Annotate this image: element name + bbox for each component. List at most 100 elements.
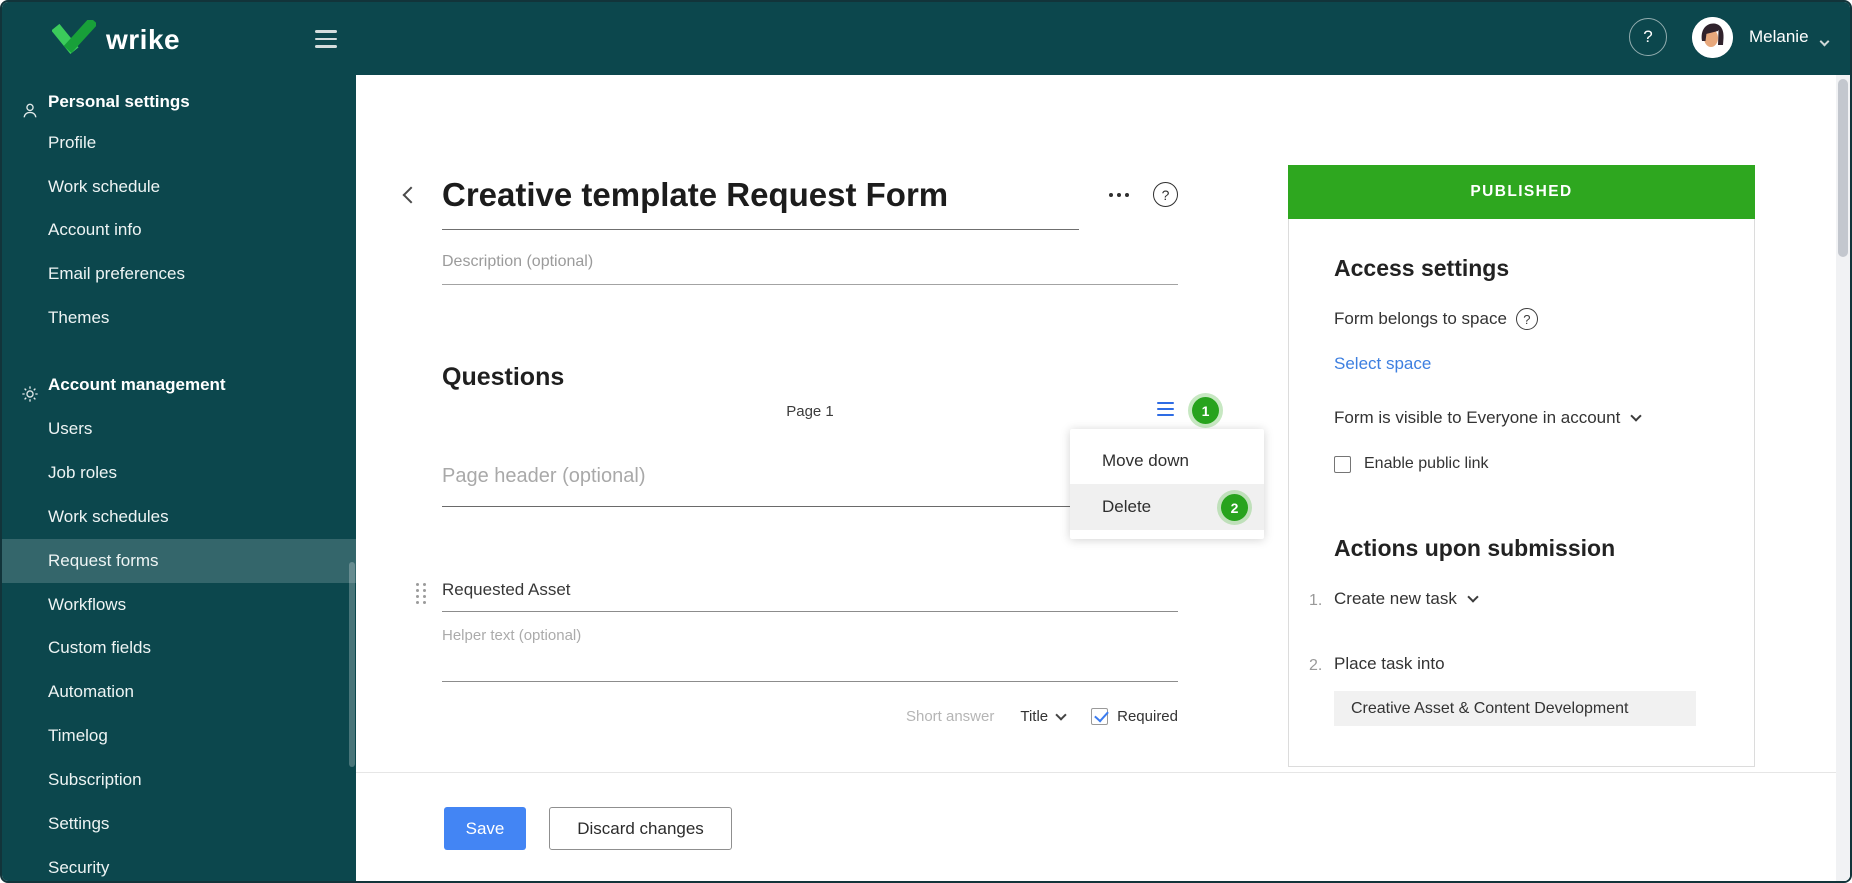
question-underline — [442, 611, 1178, 612]
item-label: Timelog — [48, 726, 108, 745]
required-toggle: Required — [1091, 707, 1178, 725]
page-scrollbar-thumb[interactable] — [1838, 79, 1848, 257]
space-row: Form belongs to space ? — [1334, 308, 1538, 330]
callout-badge-1: 1 — [1192, 397, 1219, 424]
question-label-input[interactable]: Requested Asset — [442, 580, 571, 600]
sidebar-item-security[interactable]: Security — [2, 846, 356, 881]
helper-underline — [442, 681, 1178, 682]
required-checkbox[interactable] — [1091, 707, 1109, 725]
item-label: Subscription — [48, 770, 142, 789]
task-destination-field[interactable]: Creative Asset & Content Development — [1334, 691, 1696, 726]
help-glyph: ? — [1161, 186, 1170, 203]
page-scrollbar[interactable] — [1836, 75, 1850, 881]
item-label: Request forms — [48, 551, 159, 570]
item-label: Work schedules — [48, 507, 169, 526]
sidebar-item-email-preferences[interactable]: Email preferences — [2, 252, 356, 296]
sidebar-item-work-schedule[interactable]: Work schedule — [2, 165, 356, 209]
sidebar-section-personal-settings: Personal settings — [2, 80, 356, 124]
questions-heading: Questions — [442, 363, 565, 391]
description-input[interactable]: Description (optional) — [442, 253, 593, 271]
select-space-link[interactable]: Select space — [1334, 354, 1431, 374]
visibility-dropdown[interactable]: Form is visible to Everyone in account — [1334, 408, 1642, 428]
description-underline — [442, 284, 1178, 285]
item-label: Account info — [48, 220, 142, 239]
wrike-logo-text: wrike — [106, 23, 181, 55]
chevron-down-icon — [1055, 708, 1067, 721]
public-link-row: Enable public link — [1334, 455, 1489, 473]
helper-text-input[interactable]: Helper text (optional) — [442, 627, 581, 644]
sidebar-toggle-icon[interactable] — [315, 30, 337, 53]
wrike-logo-icon — [51, 17, 98, 59]
menu-item-label: Delete — [1102, 497, 1152, 516]
sidebar-scrollbar-thumb[interactable] — [349, 562, 355, 767]
topbar: wrike ? Melanie — [2, 2, 1850, 75]
action-place-task-label: Place task into — [1334, 654, 1445, 673]
space-help-icon[interactable]: ? — [1515, 308, 1538, 330]
sidebar-item-workflows[interactable]: Workflows — [2, 583, 356, 627]
sidebar-item-profile[interactable]: Profile — [2, 121, 356, 165]
callout-badge-2: 2 — [1221, 494, 1248, 521]
sidebar-item-request-forms[interactable]: Request forms — [2, 539, 356, 583]
item-label: Work schedule — [48, 177, 161, 196]
sidebar-item-job-roles[interactable]: Job roles — [2, 451, 356, 495]
item-label: Security — [48, 858, 110, 877]
menu-item-label: Move down — [1102, 451, 1189, 470]
action-2-number: 2. — [1309, 657, 1323, 674]
question-type-label: Short answer — [905, 707, 995, 725]
item-label: Users — [48, 419, 93, 438]
discard-changes-button[interactable]: Discard changes — [549, 807, 732, 850]
person-icon — [21, 93, 39, 118]
status-badge: PUBLISHED — [1288, 165, 1755, 219]
visibility-label: Form is visible to Everyone in account — [1334, 408, 1621, 427]
editor-footer: Save Discard changes — [356, 772, 1836, 881]
actions-heading: Actions upon submission — [1334, 535, 1616, 561]
more-options-icon[interactable] — [1109, 193, 1129, 197]
save-button[interactable]: Save — [444, 807, 526, 850]
question-drag-handle[interactable] — [416, 583, 426, 604]
sidebar-item-settings[interactable]: Settings — [2, 802, 356, 846]
menu-item-move-down[interactable]: Move down — [1070, 438, 1264, 484]
item-label: Themes — [48, 308, 110, 327]
help-glyph: ? — [1643, 27, 1653, 46]
sidebar-item-subscription[interactable]: Subscription — [2, 758, 356, 802]
sidebar-item-automation[interactable]: Automation — [2, 670, 356, 714]
menu-item-delete[interactable]: Delete 2 — [1070, 484, 1264, 530]
enable-public-link-checkbox[interactable] — [1334, 455, 1351, 473]
wrike-logo[interactable]: wrike — [51, 17, 181, 59]
page-label: Page 1 — [786, 403, 834, 420]
question-settings-row: Short answer Title Required — [442, 702, 1178, 730]
action-label: Create new task — [1334, 589, 1457, 608]
item-label: Custom fields — [48, 638, 151, 657]
item-label: Workflows — [48, 595, 127, 614]
sidebar-item-work-schedules[interactable]: Work schedules — [2, 495, 356, 539]
form-title-input[interactable]: Creative template Request Form — [442, 176, 948, 214]
sidebar-item-custom-fields[interactable]: Custom fields — [2, 626, 356, 670]
required-label: Required — [1117, 707, 1178, 725]
back-button[interactable] — [402, 186, 420, 204]
help-button[interactable]: ? — [1629, 18, 1667, 56]
item-label: Automation — [48, 682, 134, 701]
section-label: Personal settings — [48, 92, 190, 111]
field-mapping-dropdown[interactable]: Title — [1020, 707, 1067, 725]
action-create-task-dropdown[interactable]: Create new task — [1334, 589, 1479, 609]
form-help-icon[interactable]: ? — [1153, 182, 1178, 207]
access-settings-heading: Access settings — [1334, 255, 1510, 281]
help-glyph: ? — [1523, 311, 1531, 327]
action-1-number: 1. — [1309, 592, 1323, 609]
page-header-input[interactable]: Page header (optional) — [442, 465, 645, 488]
sidebar-item-account-info[interactable]: Account info — [2, 208, 356, 252]
item-label: Profile — [48, 133, 97, 152]
sidebar-item-timelog[interactable]: Timelog — [2, 714, 356, 758]
user-menu-chevron-icon[interactable] — [1819, 32, 1830, 50]
item-label: Settings — [48, 814, 110, 833]
form-editor-content: Creative template Request Form ? Descrip… — [356, 75, 1850, 881]
form-title-underline — [442, 229, 1079, 230]
field-mapping-value: Title — [1020, 707, 1049, 725]
user-name[interactable]: Melanie — [1749, 27, 1809, 47]
avatar[interactable] — [1692, 17, 1733, 58]
sidebar-item-users[interactable]: Users — [2, 407, 356, 451]
page-menu-icon[interactable] — [1157, 402, 1174, 419]
sidebar-item-themes[interactable]: Themes — [2, 296, 356, 340]
item-label: Email preferences — [48, 264, 186, 283]
wrike-settings-window: wrike ? Melanie Personal settings Profil… — [0, 0, 1852, 883]
